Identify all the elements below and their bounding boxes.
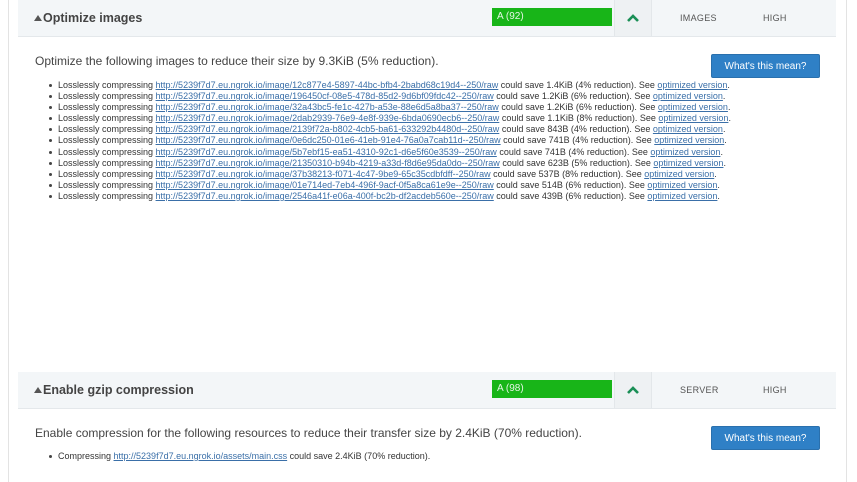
list-item: Losslessly compressing http://5239f7d7.e… xyxy=(45,102,815,113)
list-item: Compressing http://5239f7d7.eu.ngrok.io/… xyxy=(45,451,815,462)
section-header-optimize-images[interactable]: Optimize images A (92) IMAGES HIGH xyxy=(18,0,836,37)
item-prefix: Losslessly compressing xyxy=(58,102,156,113)
resource-url-link[interactable]: http://5239f7d7.eu.ngrok.io/image/2546a4… xyxy=(156,191,494,201)
item-savings: could save 1.4KiB (4% reduction). See xyxy=(498,80,658,90)
list-item: Losslessly compressing http://5239f7d7.e… xyxy=(45,135,815,146)
section-header-gzip-compression[interactable]: Enable gzip compression A (98) SERVER HI… xyxy=(18,372,836,409)
list-item: Losslessly compressing http://5239f7d7.e… xyxy=(45,80,815,91)
list-item: Losslessly compressing http://5239f7d7.e… xyxy=(45,113,815,124)
item-prefix: Losslessly compressing xyxy=(58,80,156,90)
item-end: . xyxy=(728,113,731,124)
list-item: Losslessly compressing http://5239f7d7.e… xyxy=(45,180,815,191)
item-end: . xyxy=(724,135,727,146)
resource-url-link[interactable]: http://5239f7d7.eu.ngrok.io/image/2dab29… xyxy=(156,113,500,123)
priority-label: HIGH xyxy=(763,385,787,395)
optimized-version-link[interactable]: optimized version xyxy=(650,147,720,157)
optimized-version-link[interactable]: optimized version xyxy=(653,124,723,134)
collapse-button[interactable] xyxy=(614,372,652,408)
resource-url-link[interactable]: http://5239f7d7.eu.ngrok.io/assets/main.… xyxy=(114,451,288,461)
resource-url-link[interactable]: http://5239f7d7.eu.ngrok.io/image/37b382… xyxy=(156,169,491,179)
resource-url-link[interactable]: http://5239f7d7.eu.ngrok.io/image/01e714… xyxy=(156,180,494,190)
item-end: . xyxy=(720,146,723,157)
list-item: Losslessly compressing http://5239f7d7.e… xyxy=(45,91,815,102)
item-savings: could save 537B (8% reduction). See xyxy=(490,168,645,179)
resource-url-link[interactable]: http://5239f7d7.eu.ngrok.io/image/5b7ebf… xyxy=(156,147,497,157)
grade-bar: A (98) xyxy=(492,380,612,398)
list-item: Losslessly compressing http://5239f7d7.e… xyxy=(45,191,815,202)
whats-this-mean-button[interactable]: What's this mean? xyxy=(711,426,820,450)
grade-bar: A (92) xyxy=(492,8,612,26)
optimized-version-link[interactable]: optimized version xyxy=(658,113,728,123)
priority-label: HIGH xyxy=(763,13,787,23)
optimized-version-link[interactable]: optimized version xyxy=(647,191,717,201)
resource-url-link[interactable]: http://5239f7d7.eu.ngrok.io/image/2139f7… xyxy=(156,124,500,134)
item-prefix: Losslessly compressing xyxy=(58,157,156,168)
item-end: . xyxy=(723,157,726,168)
optimized-version-link[interactable]: optimized version xyxy=(658,102,728,112)
recommendation-list: Compressing http://5239f7d7.eu.ngrok.io/… xyxy=(45,451,815,462)
item-end: . xyxy=(727,80,730,90)
item-savings: could save 1.1KiB (8% reduction). See xyxy=(499,113,659,124)
item-end: . xyxy=(717,179,720,190)
section-summary: Optimize the following images to reduce … xyxy=(35,54,439,68)
item-end: . xyxy=(727,102,731,113)
item-prefix: Losslessly compressing xyxy=(58,124,156,135)
optimized-version-link[interactable]: optimized version xyxy=(653,91,723,101)
item-prefix: Losslessly compressing xyxy=(58,168,156,179)
item-end: . xyxy=(714,168,717,179)
item-prefix: Losslessly compressing xyxy=(58,135,156,146)
resource-url-link[interactable]: http://5239f7d7.eu.ngrok.io/image/213503… xyxy=(156,158,500,168)
section-summary: Enable compression for the following res… xyxy=(35,426,582,440)
chevron-up-icon xyxy=(627,386,639,394)
frame-right-border xyxy=(846,0,847,482)
list-item: Losslessly compressing http://5239f7d7.e… xyxy=(45,169,815,180)
category-label: IMAGES xyxy=(680,13,717,23)
item-savings: could save 741B (4% reduction). See xyxy=(496,146,651,157)
resource-url-link[interactable]: http://5239f7d7.eu.ngrok.io/image/0e6dc2… xyxy=(156,135,501,145)
optimized-version-link[interactable]: optimized version xyxy=(644,169,714,179)
recommendation-list: Losslessly compressing http://5239f7d7.e… xyxy=(45,80,815,202)
resource-url-link[interactable]: http://5239f7d7.eu.ngrok.io/image/196450… xyxy=(156,91,494,101)
optimized-version-link[interactable]: optimized version xyxy=(653,158,723,168)
item-prefix: Losslessly compressing xyxy=(58,113,156,124)
item-savings: could save 843B (4% reduction). See xyxy=(499,124,653,135)
optimized-version-link[interactable]: optimized version xyxy=(657,80,727,90)
optimized-version-link[interactable]: optimized version xyxy=(647,180,717,190)
item-prefix: Compressing xyxy=(58,451,114,461)
frame-left-border xyxy=(8,0,9,482)
resource-url-link[interactable]: http://5239f7d7.eu.ngrok.io/image/32a43b… xyxy=(156,102,499,112)
category-label: SERVER xyxy=(680,385,719,395)
list-item: Losslessly compressing http://5239f7d7.e… xyxy=(45,158,815,169)
item-savings: could save 1.2KiB (6% reduction). See xyxy=(498,102,658,113)
item-end: . xyxy=(717,190,720,201)
list-item: Losslessly compressing http://5239f7d7.e… xyxy=(45,124,815,135)
chevron-up-icon xyxy=(627,14,639,22)
optimized-version-link[interactable]: optimized version xyxy=(654,135,724,145)
item-savings: could save 439B (6% reduction). See xyxy=(493,190,648,201)
list-item: Losslessly compressing http://5239f7d7.e… xyxy=(45,147,815,158)
section-title[interactable]: Enable gzip compression xyxy=(43,372,194,408)
item-savings: could save 1.2KiB (6% reduction). See xyxy=(493,91,653,102)
item-end: . xyxy=(722,124,726,135)
item-savings: could save 623B (5% reduction). See xyxy=(499,157,654,168)
item-prefix: Losslessly compressing xyxy=(58,179,156,190)
collapse-button[interactable] xyxy=(614,0,652,36)
resource-url-link[interactable]: http://5239f7d7.eu.ngrok.io/image/12c877… xyxy=(156,80,499,90)
whats-this-mean-button[interactable]: What's this mean? xyxy=(711,54,820,78)
item-end: . xyxy=(722,91,726,102)
section-title[interactable]: Optimize images xyxy=(43,0,142,36)
item-savings: could save 514B (6% reduction). See xyxy=(493,179,648,190)
item-prefix: Losslessly compressing xyxy=(58,146,156,157)
item-savings: could save 2.4KiB (70% reduction). xyxy=(287,451,431,461)
item-savings: could save 741B (4% reduction). See xyxy=(500,135,655,146)
item-prefix: Losslessly compressing xyxy=(58,91,156,102)
item-prefix: Losslessly compressing xyxy=(58,190,156,201)
